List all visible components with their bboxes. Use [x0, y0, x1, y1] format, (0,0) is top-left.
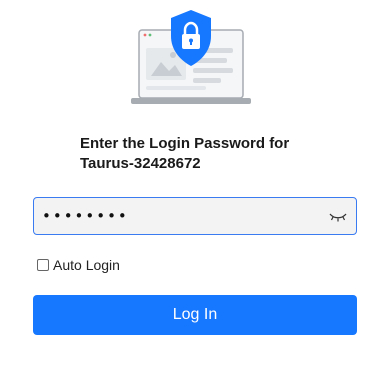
password-input[interactable]: [34, 198, 314, 234]
auto-login-checkbox[interactable]: [37, 259, 49, 271]
login-prompt-heading: Enter the Login Password for Taurus-3242…: [80, 134, 340, 174]
auto-login-option[interactable]: Auto Login: [37, 256, 120, 274]
heading-line-1: Enter the Login Password for: [80, 135, 290, 152]
login-button[interactable]: Log In: [33, 295, 357, 335]
login-button-label: Log In: [172, 306, 218, 323]
auto-login-label: Auto Login: [53, 257, 120, 273]
heading-line-2: Taurus-32428672: [80, 155, 201, 172]
password-field[interactable]: [33, 197, 357, 235]
laptop-security-illustration: [131, 10, 251, 112]
shield-lock-icon: [171, 10, 211, 66]
eye-closed-icon[interactable]: [328, 209, 348, 223]
